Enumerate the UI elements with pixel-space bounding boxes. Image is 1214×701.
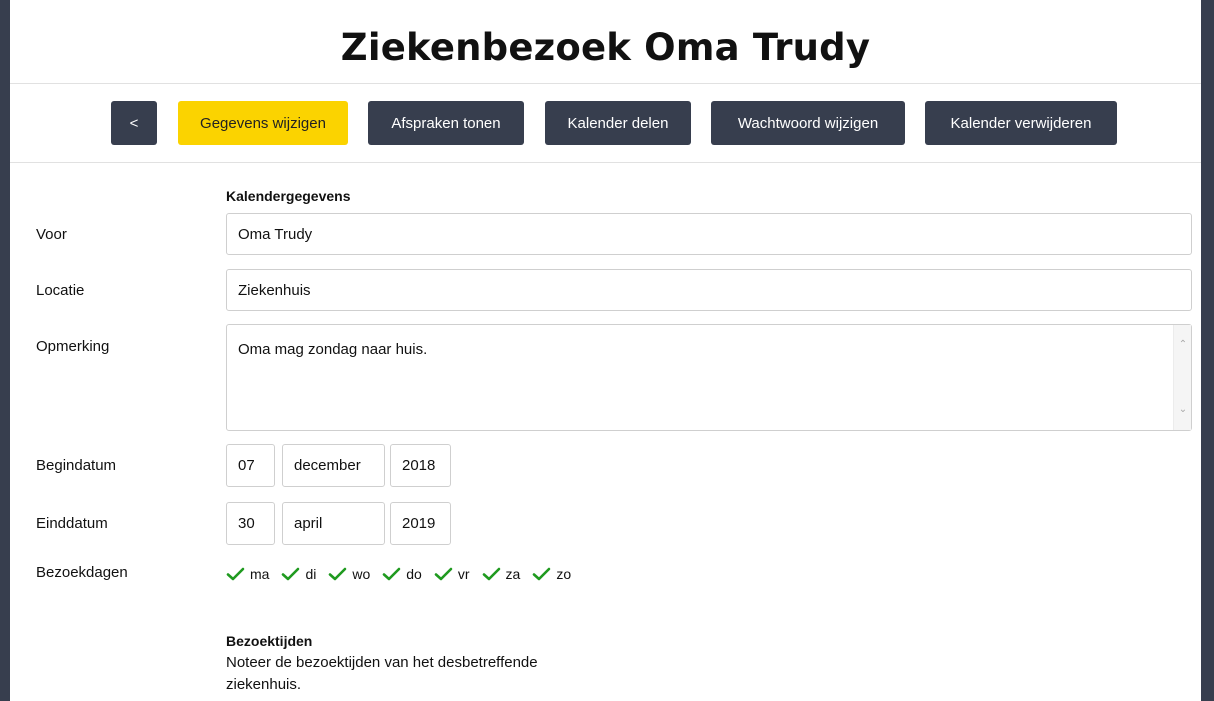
begindatum-year-field[interactable]: 2018 [390,444,451,487]
checkmark-icon [382,567,401,581]
opmerking-textarea[interactable]: Oma mag zondag naar huis. ⌃ ⌄ [226,324,1192,431]
checkmark-icon [482,567,500,581]
day-toggle-wo[interactable]: wo [328,566,370,582]
change-password-button[interactable]: Wachtwoord wijzigen [711,101,905,145]
day-toggle-za[interactable]: za [482,566,521,582]
opmerking-label: Opmerking [36,338,110,355]
section-title-calendar: Kalendergegevens [226,188,351,204]
right-border [1201,0,1214,701]
bezoekdagen-label: Bezoekdagen [36,564,128,581]
checkmark-icon [329,567,347,581]
day-label: wo [352,566,371,582]
locatie-label: Locatie [36,282,85,299]
day-label: vr [457,566,470,582]
bezoekdagen-list: ma di wo do vr za zo [226,562,583,586]
page-title: Ziekenbezoek Oma Trudy [340,26,871,69]
voor-label: Voor [36,226,67,243]
show-appointments-button[interactable]: Afspraken tonen [368,101,524,145]
begindatum-day-field[interactable]: 07 [226,444,275,487]
einddatum-year-field[interactable]: 2019 [390,502,451,545]
day-toggle-vr[interactable]: vr [434,566,470,582]
checkmark-icon [226,567,245,581]
einddatum-label: Einddatum [36,515,108,532]
edit-details-button[interactable]: Gegevens wijzigen [178,101,348,145]
opmerking-text: Oma mag zondag naar huis. [238,341,428,358]
locatie-input[interactable]: Ziekenhuis [226,269,1192,311]
einddatum-day-field[interactable]: 30 [226,502,275,545]
section-title-visiting-hours: Bezoektijden [226,633,313,649]
day-label: do [406,566,422,582]
checkmark-icon [434,567,453,581]
scroll-down-icon[interactable]: ⌄ [1177,404,1189,416]
day-label: di [305,566,317,582]
back-button[interactable]: < [111,101,157,145]
begindatum-month-field[interactable]: december [282,444,385,487]
einddatum-month-field[interactable]: april [282,502,385,545]
checkmark-icon [533,567,551,581]
day-label: zo [556,566,572,582]
left-border [0,0,10,701]
begindatum-label: Begindatum [36,457,117,474]
day-toggle-zo[interactable]: zo [532,566,571,582]
day-toggle-ma[interactable]: ma [226,566,269,582]
delete-calendar-button[interactable]: Kalender verwijderen [925,101,1117,145]
scroll-up-icon[interactable]: ⌃ [1177,339,1189,351]
textarea-scrollbar[interactable]: ⌃ ⌄ [1173,325,1191,430]
day-toggle-di[interactable]: di [281,566,316,582]
toolbar: < Gegevens wijzigen Afspraken tonen Kale… [10,84,1201,163]
share-calendar-button[interactable]: Kalender delen [545,101,691,145]
visiting-hours-description: Noteer de bezoektijden van het desbetref… [226,654,538,693]
day-toggle-do[interactable]: do [382,566,422,582]
day-label: za [505,566,521,582]
voor-input[interactable]: Oma Trudy [226,213,1192,255]
header: Ziekenbezoek Oma Trudy [10,0,1201,84]
day-label: ma [250,566,270,582]
checkmark-icon [282,567,300,581]
